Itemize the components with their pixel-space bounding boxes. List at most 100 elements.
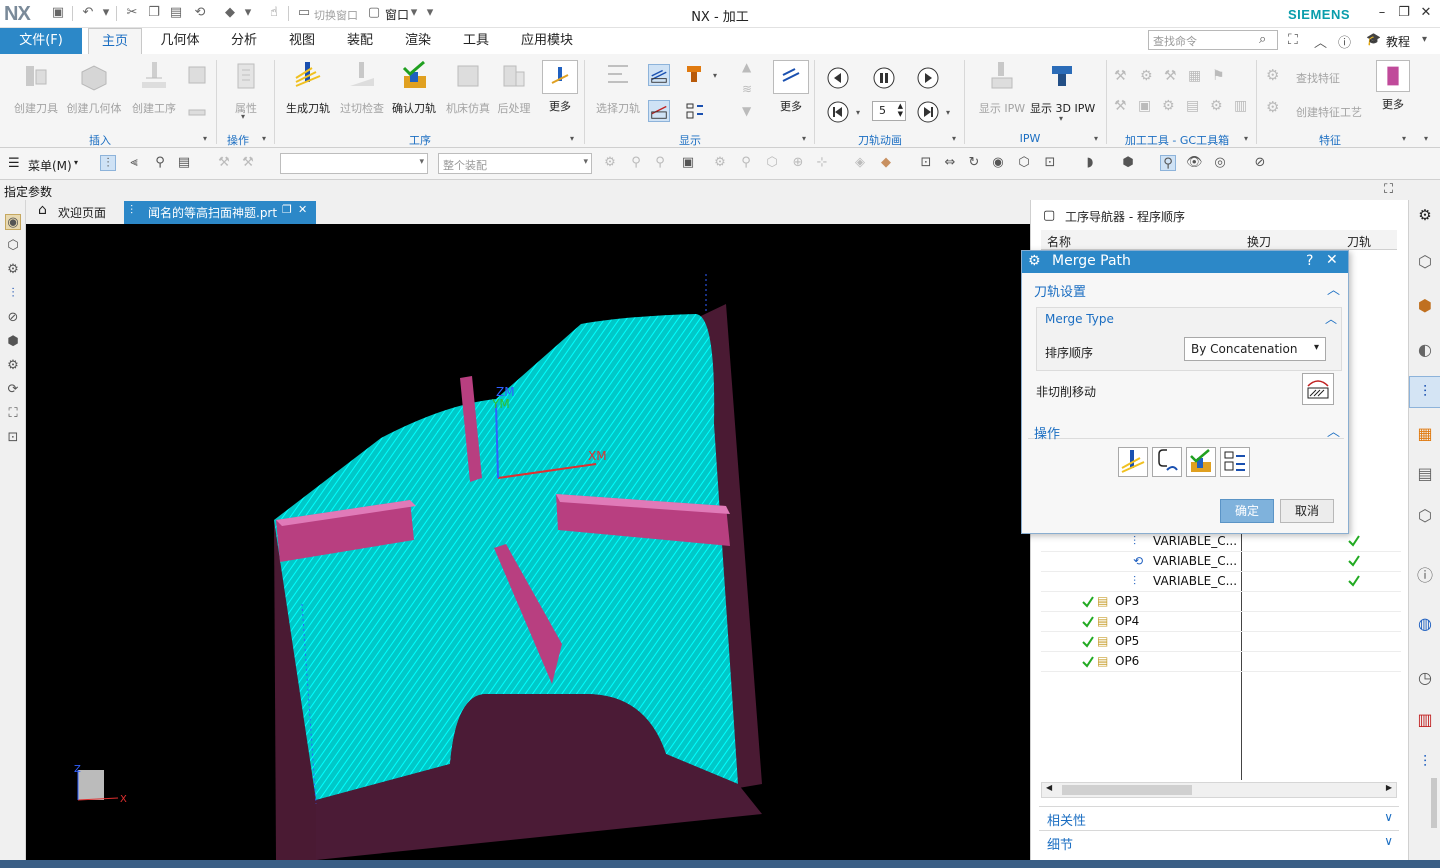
list-toolpath-icon[interactable] — [683, 100, 705, 122]
list-button[interactable] — [1220, 447, 1250, 477]
move-down-icon[interactable]: ▼ — [742, 104, 751, 118]
snap-quadrant-icon[interactable]: ⬡ — [764, 155, 780, 171]
gear-icon[interactable]: ⚙ — [1415, 206, 1435, 226]
process-studio-icon[interactable]: ⫶ — [1415, 752, 1435, 772]
display-group-dropdown-icon[interactable]: ▾ — [802, 134, 806, 143]
assembly-navigator-icon[interactable]: ⬡ — [1415, 252, 1435, 272]
close-window-button[interactable]: ✕ — [1416, 4, 1436, 22]
scroll-thumb[interactable] — [1062, 785, 1192, 795]
tab-home[interactable]: 主页 — [88, 28, 142, 54]
rewind-icon[interactable] — [826, 66, 850, 90]
replay-button[interactable] — [1152, 447, 1182, 477]
mcs-icon[interactable]: ⚲ — [1160, 155, 1176, 171]
rotate-icon[interactable]: ↻ — [966, 155, 982, 171]
menu-dropdown-icon[interactable]: ▾ — [74, 158, 78, 167]
toolpath-settings-title[interactable]: 刀轨设置 — [1034, 281, 1086, 300]
list-item[interactable]: ▤ OP6 — [1041, 652, 1401, 672]
step-back-dropdown-icon[interactable]: ▾ — [856, 108, 860, 117]
hamburger-icon[interactable]: ☰ — [8, 156, 20, 171]
type-filter-select[interactable]: ▾ — [280, 153, 428, 174]
operation-navigator-icon[interactable]: ⫶ — [1409, 376, 1440, 408]
find-feature-button[interactable]: 查找特征 — [1296, 70, 1340, 86]
copy-icon[interactable]: ❐ — [146, 5, 162, 21]
tab-application[interactable]: 应用模块 — [512, 28, 582, 54]
tab-geometry[interactable]: 几何体 — [152, 28, 208, 54]
gc-tool-5-icon[interactable]: ⚑ — [1212, 68, 1225, 84]
ok-button[interactable]: 确定 — [1220, 499, 1274, 523]
paste-icon[interactable]: ▤ — [168, 5, 184, 21]
snap-intersection-icon[interactable]: ⊹ — [814, 155, 830, 171]
invert-visibility-icon[interactable]: ⊘ — [1252, 155, 1268, 171]
toolpath-icon[interactable]: ⫶ — [5, 286, 21, 302]
tab-assembly[interactable]: 装配 — [336, 28, 384, 54]
insert-group-dropdown-icon[interactable]: ▾ — [203, 134, 207, 143]
snap-arc-icon[interactable]: ⚙ — [712, 155, 728, 171]
collapse-merge-type-icon[interactable]: ︿ — [1325, 310, 1337, 327]
snap-mid-icon[interactable]: ⚲ — [652, 155, 668, 171]
collapse-ribbon-icon[interactable]: ︿ — [1314, 32, 1327, 51]
find-feature-icon[interactable]: ⚙ — [1266, 66, 1279, 84]
part-navigator-icon[interactable]: ◐ — [1415, 340, 1435, 360]
process-more-button[interactable]: 更多 — [532, 58, 588, 128]
details-panel[interactable]: 细节 ∨ — [1039, 830, 1399, 853]
animation-speed-stepper[interactable]: 5 ▲ ▼ — [872, 101, 906, 121]
graphics-viewport[interactable]: ZM YM XM X Z — [26, 224, 1030, 860]
shaded-icon[interactable]: ◉ — [990, 155, 1006, 171]
list-item[interactable]: ⫶ VARIABLE_C... — [1041, 572, 1401, 592]
dependencies-panel[interactable]: 相关性 ∨ — [1039, 806, 1399, 829]
merge-type-title[interactable]: Merge Type — [1045, 312, 1114, 326]
non-cutting-moves-button[interactable] — [1302, 373, 1334, 405]
process-group-dropdown-icon[interactable]: ▾ — [570, 134, 574, 143]
scroll-right-icon[interactable]: ▶ — [1386, 783, 1392, 792]
tab-tools[interactable]: 工具 — [452, 28, 500, 54]
wireframe-icon[interactable]: ⬡ — [1016, 155, 1032, 171]
model-view[interactable]: ZM YM XM X Z — [26, 224, 1030, 860]
create-geometry-button[interactable]: 创建几何体 — [62, 58, 126, 128]
play-icon[interactable] — [916, 66, 940, 90]
column-name[interactable]: 名称 — [1047, 233, 1071, 250]
frame-icon[interactable]: ⊡ — [5, 430, 21, 446]
properties-button[interactable]: 属性 — [214, 58, 278, 128]
gc-icon-b[interactable]: ⚒ — [240, 155, 256, 171]
customize-quick-access-icon[interactable]: ▾ — [422, 5, 438, 21]
tab-view[interactable]: 视图 — [278, 28, 326, 54]
full-screen-icon[interactable]: ⛶ — [1288, 32, 1298, 48]
column-path[interactable]: 刀轨 — [1347, 233, 1371, 250]
tutorial-button[interactable]: 教程 — [1386, 33, 1410, 50]
minimize-button[interactable]: – — [1372, 4, 1392, 22]
view-icon[interactable]: ◉ — [5, 214, 21, 230]
settings-cube-icon[interactable]: ⚙ — [5, 262, 21, 278]
verify-button[interactable] — [1186, 447, 1216, 477]
gc-tool-6-icon[interactable]: ⚒ — [1114, 98, 1127, 114]
collapse-section-icon[interactable]: ︿ — [1327, 279, 1340, 298]
gc-tool-9-icon[interactable]: ▤ — [1186, 98, 1199, 114]
cube-icon[interactable]: ⬢ — [5, 334, 21, 350]
settings-icon[interactable]: ⚙ — [5, 358, 21, 374]
animation-group-dropdown-icon[interactable]: ▾ — [952, 134, 956, 143]
show-tool-dropdown-icon[interactable]: ▾ — [713, 71, 717, 80]
create-operation-button[interactable]: 创建工序 — [122, 58, 186, 128]
tab-welcome-page[interactable]: ⌂ 欢迎页面 — [32, 202, 112, 223]
list-item[interactable]: ⟲ VARIABLE_C... — [1041, 552, 1401, 572]
ipw-dropdown-icon[interactable]: ▾ — [1059, 114, 1063, 123]
geometry-view-icon[interactable]: ⚲ — [152, 155, 168, 171]
selection-scope-select[interactable]: 整个装配 ▾ — [438, 153, 592, 174]
show-ipw-button[interactable]: 显示 IPW — [970, 58, 1034, 128]
features-more-button[interactable]: 更多 — [1368, 58, 1418, 128]
sort-order-select[interactable]: By Concatenation ▾ — [1184, 337, 1326, 361]
ribbon-options-icon[interactable]: ▾ — [1422, 34, 1427, 45]
gc-tool-7-icon[interactable]: ▣ — [1138, 98, 1151, 114]
operation-group-dropdown-icon[interactable]: ▾ — [262, 134, 266, 143]
help-button[interactable]: ? — [1306, 253, 1313, 269]
gc-tool-10-icon[interactable]: ⚙ — [1210, 98, 1223, 114]
step-forward-icon[interactable] — [916, 100, 940, 124]
properties-dropdown-icon[interactable]: ▾ — [241, 112, 245, 121]
create-feature-process-button[interactable]: 创建特征工艺 — [1296, 104, 1362, 120]
snap-center-icon[interactable]: ⚲ — [738, 155, 754, 171]
layers-icon[interactable]: ≋ — [742, 82, 752, 96]
touch-mode-icon[interactable]: ☝ — [266, 5, 282, 21]
display-toolpath-icon[interactable] — [648, 64, 670, 86]
list-item[interactable]: ▤ OP3 — [1041, 592, 1401, 612]
tab-analysis[interactable]: 分析 — [220, 28, 268, 54]
refresh-view-icon[interactable]: ⟳ — [5, 382, 21, 398]
